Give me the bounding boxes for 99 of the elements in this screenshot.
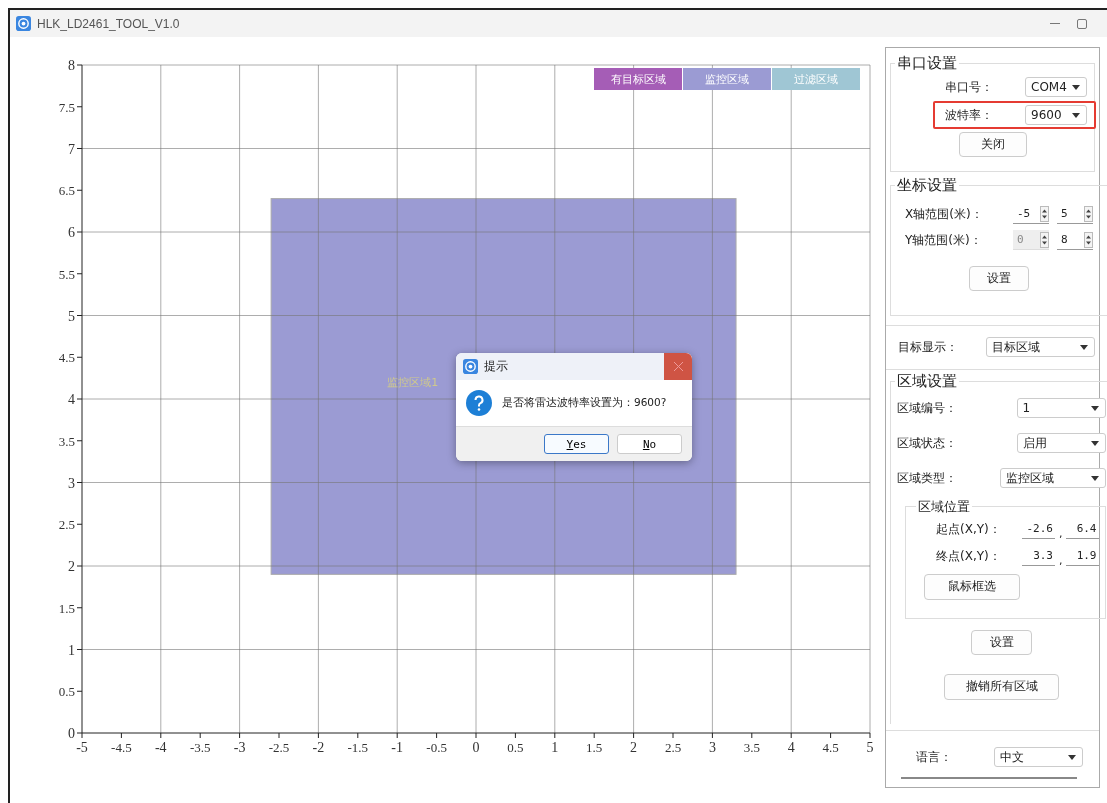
- dialog-title: 提示: [484, 358, 508, 375]
- number-field[interactable]: -5: [1013, 204, 1049, 224]
- group-title: 区域位置: [917, 497, 971, 516]
- caret-icon: [1090, 440, 1099, 446]
- tick-label: -5: [76, 740, 88, 755]
- dropdown[interactable]: 启用: [1016, 433, 1106, 454]
- field-label: X轴范围(米)：: [905, 205, 984, 223]
- tick-label: 8: [68, 58, 75, 73]
- tick-label: 2.5: [664, 740, 682, 755]
- tick-label: 4.5: [58, 350, 75, 366]
- coordinate-field[interactable]: 1.9: [1065, 546, 1099, 567]
- legend-item: 监控区域: [683, 68, 771, 90]
- tick-label: 1: [68, 642, 75, 658]
- tick-label: 3: [68, 475, 75, 491]
- legend-item: 有目标区域: [594, 68, 682, 90]
- caret-icon: [1090, 405, 1099, 411]
- legend-item: 过滤区域: [772, 68, 860, 90]
- tick-label: 6.5: [58, 183, 75, 199]
- app-icon: [463, 359, 478, 374]
- clear-zones-button[interactable]: 撤销所有区域: [944, 673, 1060, 700]
- box-select-button[interactable]: 鼠标框选: [924, 573, 1020, 600]
- caret-icon: [1080, 344, 1088, 350]
- apply-button[interactable]: 设置: [969, 266, 1029, 291]
- tick-label: 7: [68, 141, 75, 157]
- dropdown[interactable]: COM4: [1025, 77, 1087, 97]
- close-icon: [673, 362, 683, 371]
- scrollbar[interactable]: [901, 777, 1077, 780]
- apply-button[interactable]: 设置: [971, 630, 1033, 656]
- dialog-button[interactable]: Yes: [544, 434, 609, 454]
- tick-label: -0.5: [426, 740, 447, 755]
- caret-icon: [1072, 84, 1080, 90]
- tick-label: -2: [312, 740, 325, 755]
- field-label: Y轴范围(米)：: [905, 231, 983, 249]
- field-label: 波特率：: [945, 106, 994, 124]
- tick-label: -1: [391, 740, 404, 755]
- maximize-icon[interactable]: [1077, 18, 1087, 29]
- coordinate-field[interactable]: 3.3: [1022, 546, 1055, 567]
- field-label: 串口号：: [945, 78, 994, 96]
- coordinate-field[interactable]: -2.6: [1022, 519, 1055, 540]
- separator-text: ,: [1059, 553, 1063, 567]
- dropdown[interactable]: 目标区域: [986, 337, 1095, 358]
- tick-label: 4: [787, 740, 795, 755]
- dropdown[interactable]: 监控区域: [999, 468, 1106, 489]
- tick-label: 5: [68, 308, 75, 324]
- tick-label: 5: [866, 740, 874, 755]
- coordinate-field[interactable]: 6.4: [1065, 519, 1099, 540]
- caret-icon: [1072, 112, 1080, 118]
- tick-label: 1.5: [586, 740, 603, 755]
- tick-label: 0: [68, 726, 75, 741]
- spin-arrows-icon[interactable]: [1084, 205, 1093, 222]
- tick-label: 4.5: [822, 740, 839, 755]
- tick-label: 5.5: [58, 266, 75, 282]
- group-title: 区域设置: [896, 371, 958, 391]
- tick-label: 1.5: [58, 600, 75, 616]
- spin-arrows-icon[interactable]: [1040, 205, 1049, 222]
- spin-arrows-icon[interactable]: [1084, 231, 1093, 248]
- field-label: 区域编号：: [897, 399, 957, 417]
- tick-label: 3: [708, 740, 716, 755]
- dropdown[interactable]: 9600: [1025, 105, 1087, 125]
- tick-label: 2: [68, 559, 75, 574]
- field-label: 终点(X,Y)：: [936, 547, 1002, 565]
- dropdown[interactable]: 1: [1016, 398, 1106, 419]
- group-title: 串口设置: [896, 54, 958, 73]
- tick-label: 2: [630, 740, 638, 755]
- app-icon: [16, 16, 31, 31]
- field-label: 区域类型：: [897, 469, 957, 487]
- zone-label: 监控区域1: [387, 376, 439, 390]
- tick-label: -2.5: [268, 740, 290, 755]
- tick-label: 0.5: [507, 740, 524, 755]
- tick-label: 6: [68, 225, 75, 240]
- close-port-button[interactable]: 关闭: [958, 132, 1027, 157]
- tick-label: 3.5: [58, 433, 75, 449]
- tick-label: -4: [154, 740, 167, 755]
- caret-icon: [1090, 475, 1099, 481]
- field-label: 语言：: [916, 748, 953, 766]
- tick-label: 7.5: [58, 99, 75, 115]
- field-label: 区域状态：: [897, 434, 957, 452]
- tick-label: 4: [68, 392, 75, 407]
- tick-label: 3.5: [743, 740, 760, 755]
- caret-icon: [1068, 754, 1076, 760]
- tick-label: 0.5: [58, 684, 75, 700]
- dialog-message: 是否将雷达波特率设置为：9600?: [502, 396, 667, 410]
- dropdown[interactable]: 中文: [994, 747, 1083, 768]
- tick-label: -4.5: [111, 740, 132, 755]
- tick-label: 2.5: [58, 517, 75, 533]
- dialog-button[interactable]: No: [617, 434, 682, 454]
- group-title: 坐标设置: [896, 176, 958, 195]
- question-icon: [466, 390, 492, 416]
- tick-label: -3.5: [189, 740, 211, 755]
- field-label: 目标显示：: [898, 338, 959, 356]
- tick-label: 0: [472, 740, 480, 755]
- field-label: 起点(X,Y)：: [936, 520, 1002, 538]
- window-title: HLK_LD2461_TOOL_V1.0: [37, 16, 180, 31]
- number-field[interactable]: 5: [1057, 204, 1093, 224]
- tick-label: 1: [551, 740, 559, 755]
- tick-label: -1.5: [347, 740, 369, 755]
- number-field[interactable]: 8: [1057, 230, 1093, 250]
- separator-text: ,: [1059, 526, 1063, 540]
- tick-label: -3: [233, 740, 246, 755]
